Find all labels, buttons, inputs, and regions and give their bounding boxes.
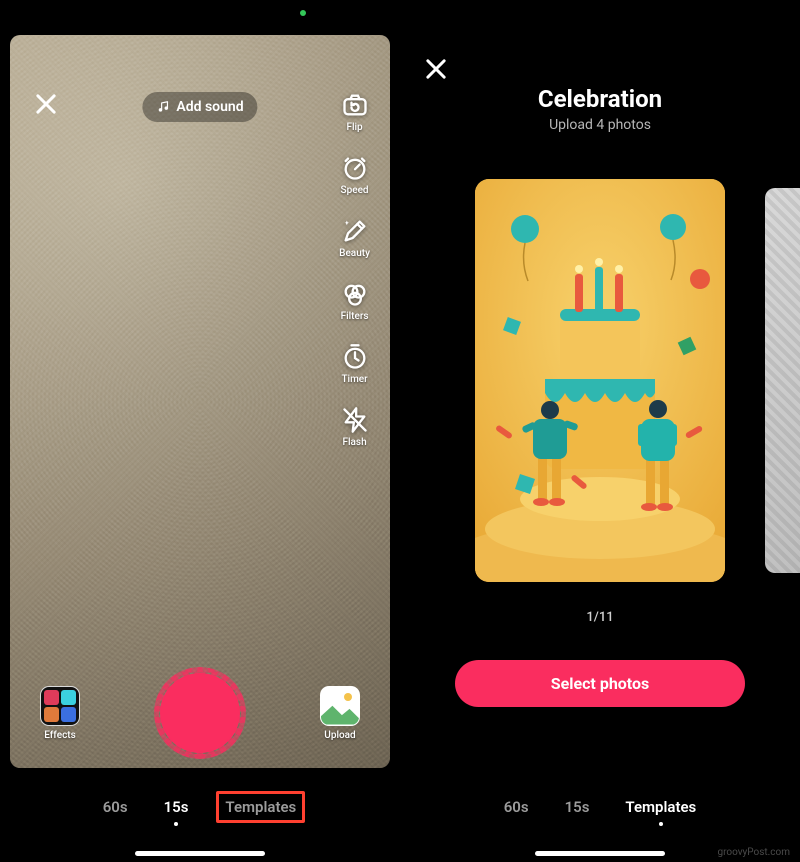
- mode-tabs: 60s 15s Templates: [400, 792, 800, 822]
- camera-preview[interactable]: Add sound Flip Speed: [10, 35, 390, 768]
- tab-60s[interactable]: 60s: [500, 792, 533, 822]
- upload-button[interactable]: Upload: [320, 686, 360, 741]
- tab-15s[interactable]: 15s: [561, 792, 594, 822]
- record-button[interactable]: [160, 673, 240, 753]
- tab-15s[interactable]: 15s: [160, 792, 193, 822]
- filters-button[interactable]: Filters: [339, 279, 370, 322]
- close-icon: [422, 55, 450, 83]
- effects-icon: [40, 686, 80, 726]
- tool-label: Timer: [341, 374, 367, 385]
- tool-label: Speed: [341, 185, 369, 196]
- close-button[interactable]: [422, 55, 450, 83]
- tool-label: Filters: [341, 311, 369, 322]
- flip-button[interactable]: Flip: [339, 90, 370, 133]
- tab-templates[interactable]: Templates: [621, 792, 700, 822]
- watermark: groovyPost.com: [717, 847, 790, 858]
- template-preview-card[interactable]: [475, 179, 725, 582]
- effects-label: Effects: [44, 730, 76, 741]
- camera-tools: Flip Speed Beauty: [339, 90, 370, 448]
- templates-screen: Celebration Upload 4 photos: [400, 0, 800, 862]
- template-header: Celebration Upload 4 photos: [400, 85, 800, 133]
- effects-button[interactable]: Effects: [40, 686, 80, 741]
- flash-icon: [340, 405, 370, 435]
- mode-tabs: 60s 15s Templates: [0, 792, 400, 822]
- template-title: Celebration: [400, 85, 800, 113]
- home-indicator[interactable]: [135, 851, 265, 856]
- select-photos-button[interactable]: Select photos: [455, 660, 745, 707]
- flip-icon: [340, 90, 370, 120]
- tab-templates[interactable]: Templates: [220, 792, 301, 822]
- celebration-illustration: [475, 179, 725, 582]
- timer-icon: [340, 342, 370, 372]
- speed-button[interactable]: Speed: [339, 153, 370, 196]
- template-counter: 1/11: [400, 610, 800, 625]
- template-carousel[interactable]: [400, 165, 800, 595]
- camera-bottom-row: Effects Upload: [10, 673, 390, 753]
- speed-icon: [340, 153, 370, 183]
- home-indicator[interactable]: [535, 851, 665, 856]
- upload-label: Upload: [324, 730, 355, 741]
- tab-60s[interactable]: 60s: [99, 792, 132, 822]
- templates-highlight: Templates: [216, 791, 305, 823]
- beauty-icon: [340, 216, 370, 246]
- flash-button[interactable]: Flash: [339, 405, 370, 448]
- beauty-button[interactable]: Beauty: [339, 216, 370, 259]
- timer-button[interactable]: Timer: [339, 342, 370, 385]
- music-note-icon: [156, 100, 170, 114]
- close-icon: [32, 90, 60, 118]
- add-sound-button[interactable]: Add sound: [142, 92, 257, 122]
- tool-label: Beauty: [339, 248, 370, 259]
- camera-active-dot: [300, 10, 306, 16]
- tool-label: Flip: [346, 122, 362, 133]
- template-subtitle: Upload 4 photos: [400, 117, 800, 133]
- image-icon: [320, 686, 360, 726]
- close-button[interactable]: [32, 90, 60, 118]
- filters-icon: [340, 279, 370, 309]
- tool-label: Flash: [342, 437, 366, 448]
- add-sound-label: Add sound: [176, 99, 243, 115]
- next-template-peek[interactable]: [765, 188, 800, 573]
- camera-screen: Add sound Flip Speed: [0, 0, 400, 862]
